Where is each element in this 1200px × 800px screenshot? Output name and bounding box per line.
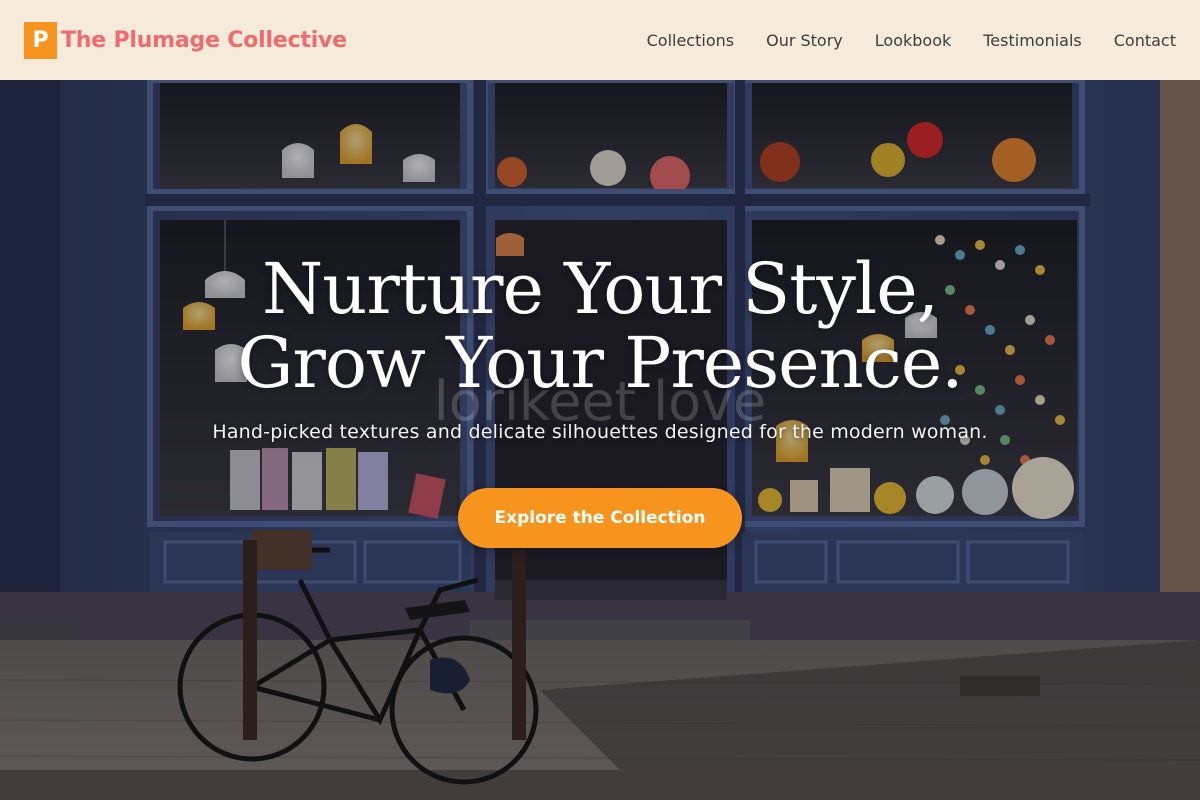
nav-link-collections[interactable]: Collections [647,31,734,50]
brand-logo-icon: P [24,21,57,59]
site-header: P The Plumage Collective Collections Our… [0,0,1200,80]
nav-link-our-story[interactable]: Our Story [766,31,843,50]
brand-logo-link[interactable]: P The Plumage Collective [24,21,347,59]
nav-link-testimonials[interactable]: Testimonials [983,31,1082,50]
hero-section: lorikeet love Nurture Your Style, Grow Y… [0,80,1200,800]
brand-name: The Plumage Collective [61,27,347,53]
hero-headline-line-2: Grow Your Presence. [237,322,963,404]
hero-headline: Nurture Your Style, Grow Your Presence. [0,252,1200,400]
hero-content: Nurture Your Style, Grow Your Presence. … [0,80,1200,800]
main-nav: Collections Our Story Lookbook Testimoni… [647,31,1176,50]
hero-headline-line-1: Nurture Your Style, [262,248,939,330]
explore-collection-button[interactable]: Explore the Collection [458,488,742,548]
nav-link-lookbook[interactable]: Lookbook [875,31,951,50]
hero-subtitle: Hand-picked textures and delicate silhou… [212,421,988,443]
nav-link-contact[interactable]: Contact [1114,31,1176,50]
